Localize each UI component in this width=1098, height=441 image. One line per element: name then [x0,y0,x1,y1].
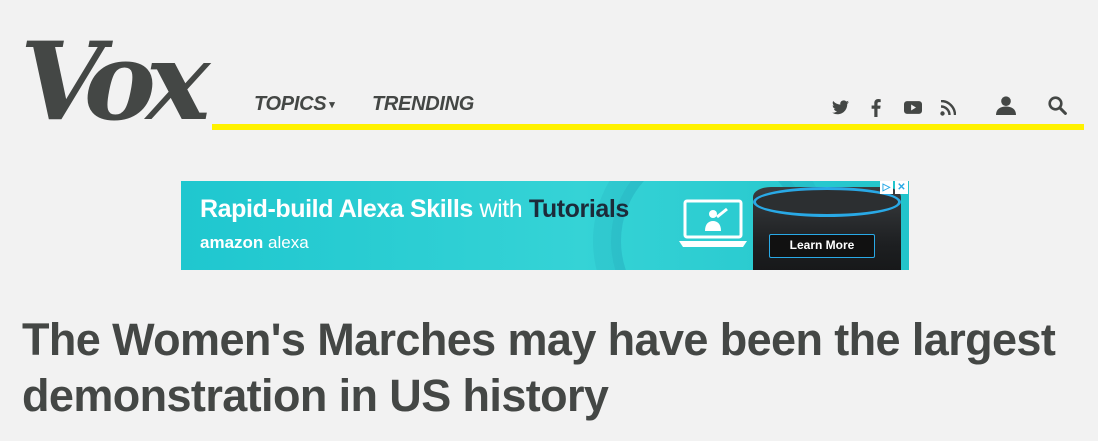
ad-headline-end: Tutorials [528,195,630,223]
rss-icon[interactable] [940,100,956,116]
chevron-down-icon: ▾ [329,99,335,111]
main-nav: TOPICS ▾ TRENDING [212,88,1084,130]
article-title: The Women's Marches may have been the la… [22,314,1056,421]
twitter-icon[interactable] [832,100,849,115]
ad-choices: ▷ ✕ [880,181,908,194]
ad-brand-alexa: alexa [268,233,309,252]
echo-device-top [753,187,901,217]
nav-topics-menu[interactable]: TOPICS ▾ [254,93,335,116]
nav-trending-link[interactable]: TRENDING [372,93,474,116]
facebook-icon[interactable] [871,99,881,117]
laptop-icon [677,197,749,249]
youtube-icon[interactable] [904,101,922,114]
ad-brand-amazon: amazon [200,233,264,252]
vox-logo[interactable]: Vox [20,28,210,136]
search-icon[interactable] [1048,96,1067,115]
adchoices-icon[interactable]: ▷ [880,181,893,194]
close-icon[interactable]: ✕ [895,181,908,194]
ad-brand-logo: amazon alexa [200,233,309,253]
user-icon[interactable] [996,96,1016,115]
nav-topics-label: TOPICS [254,93,327,115]
ad-headline-main: Rapid-build Alexa Skills [200,195,473,223]
advertisement-banner[interactable]: Rapid-build Alexa Skills with Tutorials … [181,181,909,270]
nav-accent-underline [212,124,1084,130]
ad-headline-connector: with [472,195,529,223]
ad-headline: Rapid-build Alexa Skills with Tutorials [200,195,629,224]
ad-learn-more-button[interactable]: Learn More [769,234,875,258]
